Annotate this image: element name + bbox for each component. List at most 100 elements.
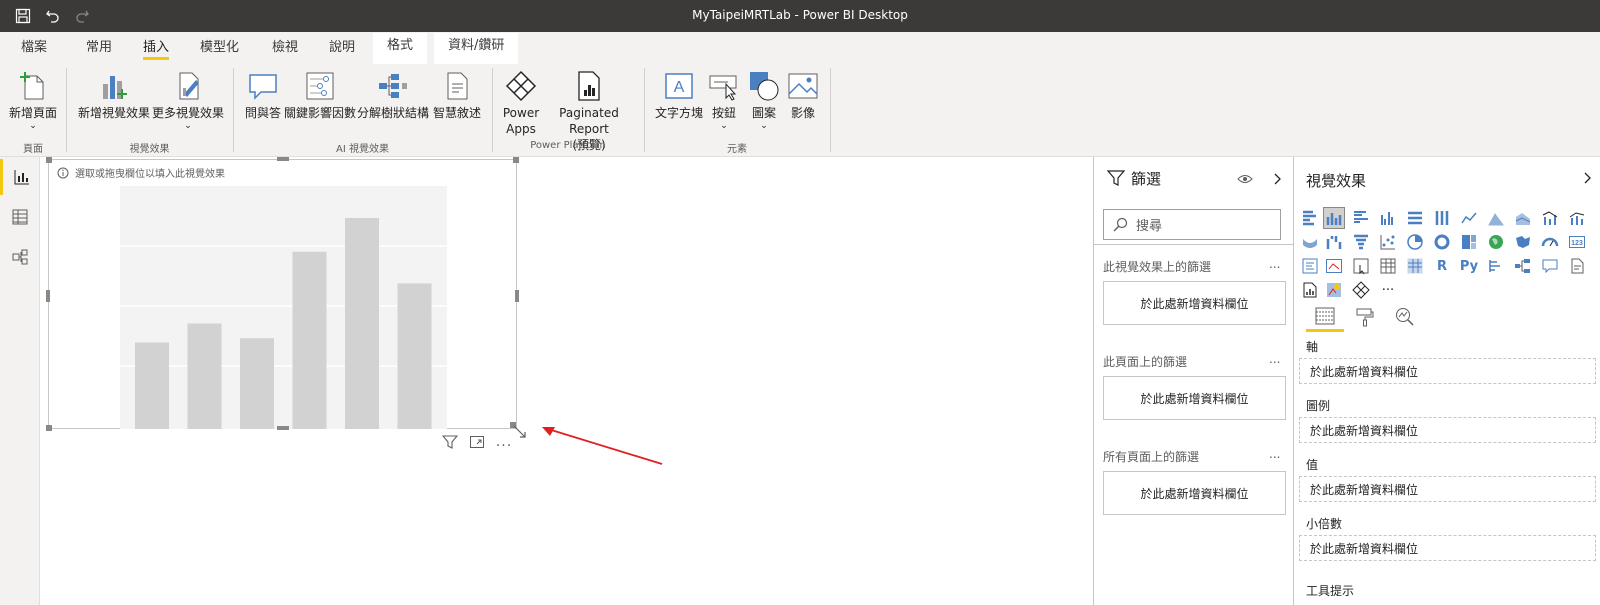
tab-file[interactable]: 檔案 xyxy=(21,38,47,60)
qa-speech-icon[interactable] xyxy=(1539,255,1561,277)
decomposition-tree-icon[interactable] xyxy=(1512,255,1534,277)
chevron-down-icon: ⌄ xyxy=(760,121,768,131)
tab-insert[interactable]: 插入 xyxy=(143,38,170,60)
ribbon-chart-icon[interactable] xyxy=(1299,231,1321,253)
pie-chart-icon[interactable] xyxy=(1404,231,1426,253)
smart-narrative-button[interactable]: 智慧敘述 xyxy=(431,68,483,121)
key-influencers-button[interactable]: 關鍵影響因數 xyxy=(284,68,356,121)
more-visuals-button[interactable]: 更多視覺效果 ⌄ xyxy=(152,68,224,131)
focus-mode-icon[interactable] xyxy=(466,433,488,451)
new-page-label: 新增頁面 xyxy=(8,106,57,120)
multi-row-card-icon[interactable] xyxy=(1299,255,1321,277)
resize-handle-top[interactable] xyxy=(277,157,289,161)
kpi-icon[interactable] xyxy=(1323,255,1345,277)
scatter-chart-icon[interactable] xyxy=(1377,231,1399,253)
visual-filters-dropzone[interactable]: 於此處新增資料欄位 xyxy=(1103,281,1286,325)
clustered-bar-icon[interactable] xyxy=(1350,207,1372,229)
viz-subtabs xyxy=(1306,302,1426,332)
smart-narrative-icon[interactable] xyxy=(1566,255,1588,277)
tab-format[interactable]: 格式 xyxy=(373,33,428,64)
more-options-icon[interactable]: ... xyxy=(1269,447,1280,461)
100-stacked-bar-icon[interactable] xyxy=(1404,207,1426,229)
resize-handle-bottom-left[interactable] xyxy=(46,425,52,431)
line-clustered-column-icon[interactable] xyxy=(1539,207,1561,229)
analytics-magnifier-icon[interactable] xyxy=(1386,302,1424,332)
card-icon[interactable]: 123 xyxy=(1566,231,1588,253)
key-influencers-icon[interactable] xyxy=(1485,255,1507,277)
chevron-down-icon: ⌄ xyxy=(720,121,728,131)
line-chart-icon[interactable] xyxy=(1458,207,1480,229)
r-visual-icon[interactable]: R xyxy=(1431,255,1453,277)
power-apps-icon[interactable] xyxy=(1350,279,1372,301)
tab-modeling[interactable]: 模型化 xyxy=(200,38,239,60)
slicer-icon[interactable] xyxy=(1350,255,1372,277)
paint-roller-icon[interactable] xyxy=(1346,302,1384,332)
new-page-icon xyxy=(15,68,51,104)
clustered-column-visual[interactable]: 選取或拖曳欄位以填入此視覺效果 xyxy=(46,157,526,438)
visual-filter-icon[interactable] xyxy=(439,433,461,451)
new-visual-icon xyxy=(96,68,132,104)
eye-icon[interactable] xyxy=(1237,171,1253,187)
fields-tab-icon[interactable] xyxy=(1306,302,1344,332)
tab-home[interactable]: 常用 xyxy=(86,38,112,60)
more-options-icon[interactable]: ... xyxy=(493,433,515,451)
buttons-button[interactable]: 按鈕 ⌄ xyxy=(706,68,742,131)
stacked-bar-icon[interactable] xyxy=(1299,207,1321,229)
shapes-button[interactable]: 圖案 ⌄ xyxy=(745,68,783,131)
small-multiples-dropzone[interactable]: 於此處新增資料欄位 xyxy=(1299,535,1596,561)
area-chart-icon[interactable] xyxy=(1485,207,1507,229)
map-icon[interactable] xyxy=(1485,231,1507,253)
qa-label: 問與答 xyxy=(244,106,281,120)
model-view-icon[interactable] xyxy=(0,239,40,275)
more-options-icon[interactable]: ... xyxy=(1269,352,1280,366)
table-icon[interactable] xyxy=(1377,255,1399,277)
paginated-report-icon[interactable] xyxy=(1299,279,1321,301)
more-options-icon[interactable]: ... xyxy=(1269,257,1280,271)
more-visuals-icon[interactable]: ··· xyxy=(1377,279,1399,301)
report-view-icon[interactable] xyxy=(0,159,40,195)
qa-button[interactable]: 問與答 xyxy=(243,68,283,121)
values-dropzone[interactable]: 於此處新增資料欄位 xyxy=(1299,476,1596,502)
funnel-icon[interactable] xyxy=(1350,231,1372,253)
chevron-right-icon[interactable] xyxy=(1270,172,1284,186)
image-button[interactable]: 影像 xyxy=(785,68,821,121)
resize-handle-left[interactable] xyxy=(46,290,50,302)
placeholder-bar xyxy=(345,218,379,429)
tab-view[interactable]: 檢視 xyxy=(272,38,298,60)
key-influencers-icon xyxy=(302,68,338,104)
new-page-button[interactable]: 新增頁面 ⌄ xyxy=(7,68,59,131)
waterfall-icon[interactable] xyxy=(1323,231,1345,253)
python-visual-icon[interactable]: Py xyxy=(1458,255,1480,277)
chevron-right-icon[interactable] xyxy=(1580,171,1594,185)
decomposition-tree-button[interactable]: 分解樹狀結構 xyxy=(357,68,429,121)
all-pages-filters-dropzone[interactable]: 於此處新增資料欄位 xyxy=(1103,471,1286,515)
report-canvas[interactable]: 選取或拖曳欄位以填入此視覺效果 ... xyxy=(40,157,1093,605)
placeholder-chart xyxy=(120,186,447,429)
clustered-column-icon[interactable] xyxy=(1377,207,1399,229)
tab-data-drill[interactable]: 資料/鑽研 xyxy=(434,33,519,64)
resize-handle-top-right[interactable] xyxy=(513,157,519,163)
new-visual-button[interactable]: 新增視覺效果 xyxy=(76,68,152,121)
page-filters-dropzone[interactable]: 於此處新增資料欄位 xyxy=(1103,376,1286,420)
resize-handle-top-left[interactable] xyxy=(46,157,52,163)
key-influencers-label: 關鍵影響因數 xyxy=(284,106,357,120)
stacked-area-icon[interactable] xyxy=(1512,207,1534,229)
tab-help[interactable]: 說明 xyxy=(329,38,355,60)
axis-dropzone[interactable]: 於此處新增資料欄位 xyxy=(1299,358,1596,384)
donut-chart-icon[interactable] xyxy=(1431,231,1453,253)
gauge-icon[interactable] xyxy=(1539,231,1561,253)
100-stacked-column-icon[interactable] xyxy=(1431,207,1453,229)
filled-map-icon[interactable] xyxy=(1512,231,1534,253)
treemap-icon[interactable] xyxy=(1458,231,1480,253)
line-stacked-column-icon[interactable] xyxy=(1566,207,1588,229)
legend-dropzone[interactable]: 於此處新增資料欄位 xyxy=(1299,417,1596,443)
resize-handle-bottom[interactable] xyxy=(277,426,289,430)
matrix-icon[interactable] xyxy=(1404,255,1426,277)
arcgis-map-icon[interactable] xyxy=(1323,279,1345,301)
data-view-icon[interactable] xyxy=(0,199,40,235)
stacked-column-icon[interactable] xyxy=(1323,207,1345,229)
text-box-button[interactable]: A 文字方塊 xyxy=(654,68,704,121)
power-apps-button[interactable]: Power Apps xyxy=(500,68,542,137)
resize-handle-right[interactable] xyxy=(515,290,519,302)
filter-search-input[interactable]: 搜尋 xyxy=(1103,209,1281,240)
